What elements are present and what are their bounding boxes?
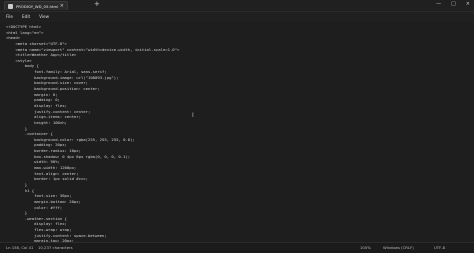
cursor-position: Ln 158, Col 41 <box>6 245 34 250</box>
menu-edit[interactable]: Edit <box>22 14 30 19</box>
mouse-cursor-icon: I <box>192 112 194 119</box>
text-editor[interactable]: <!DOCTYPE html> <html lang="en"> <head> <m… <box>0 22 474 244</box>
minimize-icon[interactable]: — <box>436 1 441 7</box>
line-ending[interactable]: Windows (CRLF) <box>383 245 414 250</box>
tab-file[interactable]: PRODIGY_WD_05.html × <box>4 1 68 10</box>
status-bar: Ln 158, Col 41 10,237 characters 100% Wi… <box>0 242 474 253</box>
encoding[interactable]: UTF-8 <box>434 245 445 250</box>
new-tab-button[interactable]: + <box>94 0 100 8</box>
close-icon[interactable]: × <box>466 1 470 7</box>
tab-bar: PRODIGY_WD_05.html × + — □ × <box>0 0 474 12</box>
menu-bar: File Edit View <box>0 12 474 21</box>
tab-title: PRODIGY_WD_05.html <box>16 3 59 9</box>
zoom-level[interactable]: 100% <box>360 245 371 250</box>
window-controls: — □ × <box>436 1 470 7</box>
close-tab-icon[interactable]: × <box>60 3 64 9</box>
menu-view[interactable]: View <box>39 14 49 19</box>
code-content[interactable]: <!DOCTYPE html> <html lang="en"> <head> <m… <box>6 24 179 244</box>
maximize-icon[interactable]: □ <box>451 1 456 7</box>
character-count: 10,237 characters <box>38 245 73 250</box>
file-icon <box>8 3 13 9</box>
menu-file[interactable]: File <box>6 14 13 19</box>
